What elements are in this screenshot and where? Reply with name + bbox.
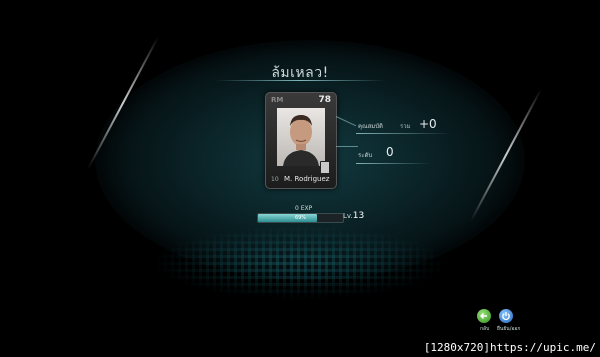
level-number: 13 — [352, 211, 365, 221]
player-card: RM 78 10 M. Rodriguez — [265, 92, 337, 189]
card-overall: 78 — [318, 95, 331, 105]
card-position: RM — [271, 96, 284, 104]
connector-line — [336, 146, 358, 147]
attribute-divider — [356, 133, 451, 134]
player-photo — [277, 108, 325, 166]
player-level: Lv.13 — [343, 211, 364, 221]
power-icon — [502, 312, 510, 321]
exp-percent: 69% — [294, 215, 307, 221]
exp-label: 0 EXP — [295, 205, 313, 212]
level-label: ระดับ — [358, 152, 373, 159]
title-underline — [215, 80, 385, 81]
level-divider — [356, 163, 431, 164]
level-prefix: Lv. — [343, 212, 353, 220]
quit-button[interactable] — [499, 309, 513, 323]
watermark: [1280x720]https://upic.me/ — [421, 340, 598, 355]
player-name: M. Rodriguez — [284, 175, 330, 183]
result-screen: ล้มเหลว! RM 78 10 M. Rodriguez คุณสมบัติ… — [0, 0, 600, 357]
attribute-sub-label: รวม — [400, 123, 411, 130]
card-season-mark: 10 — [271, 176, 279, 183]
back-arrow-icon — [480, 313, 487, 319]
club-badge-icon — [320, 161, 330, 174]
back-button[interactable] — [477, 309, 491, 323]
exp-progress-bar: 69% — [257, 213, 344, 223]
back-button-label: กลับ — [480, 326, 490, 332]
attribute-label: คุณสมบัติ — [358, 123, 383, 130]
level-value: 0 — [386, 145, 394, 159]
attribute-value: +0 — [419, 117, 437, 131]
checkered-floor — [150, 225, 450, 300]
quit-button-label: ยืนยัน/ออก — [497, 326, 521, 332]
